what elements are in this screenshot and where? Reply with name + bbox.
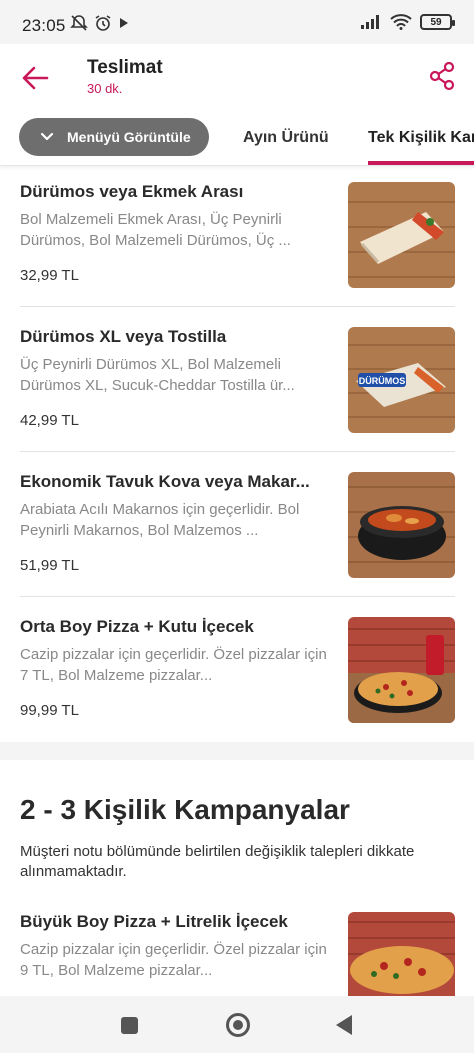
home-icon[interactable] xyxy=(226,1013,250,1037)
status-time: 23:05 xyxy=(22,16,66,35)
product-price: 99,99 TL xyxy=(20,702,79,719)
product-item[interactable]: Büyük Boy Pizza + Litrelik İçecek Cazip … xyxy=(20,912,455,996)
divider xyxy=(20,451,455,452)
divider xyxy=(20,306,455,307)
product-item[interactable]: Orta Boy Pizza + Kutu İçecek Cazip pizza… xyxy=(20,617,455,723)
category-tabs: Menüyü Görüntüle Ayın Ürünü Tek Kişilik … xyxy=(0,112,474,166)
battery-icon: 59 xyxy=(420,14,455,30)
tab-month-product[interactable]: Ayın Ürünü xyxy=(243,129,329,147)
product-price: 42,99 TL xyxy=(20,412,79,429)
recents-icon[interactable] xyxy=(121,1017,138,1034)
back-arrow-icon[interactable] xyxy=(20,64,50,92)
large-pizza-image xyxy=(348,912,455,996)
product-name: Dürümos XL veya Tostilla xyxy=(20,327,227,346)
product-item[interactable]: Dürümos XL veya Tostilla Üç Peynirli Dür… xyxy=(20,327,455,433)
product-description: Cazip pizzalar için geçerlidir. Özel piz… xyxy=(20,646,327,684)
divider xyxy=(20,596,455,597)
section-title: 2 - 3 Kişilik Kampanyalar xyxy=(20,794,350,825)
product-name: Ekonomik Tavuk Kova veya Makar... xyxy=(20,472,310,491)
tab-single-campaigns[interactable]: Tek Kişilik Kampanyalar xyxy=(368,129,474,147)
product-name: Orta Boy Pizza + Kutu İçecek xyxy=(20,617,254,636)
share-icon[interactable] xyxy=(428,61,456,91)
product-description: Üç Peynirli Dürümos XL, Bol Malzemeli Dü… xyxy=(20,356,295,394)
back-icon[interactable] xyxy=(336,1015,352,1035)
product-description: Cazip pizzalar için geçerlidir. Özel piz… xyxy=(20,941,327,979)
system-nav-bar xyxy=(0,996,474,1053)
page-title: Teslimat xyxy=(87,57,163,78)
battery-level: 59 xyxy=(430,16,442,28)
product-item[interactable]: Ekonomik Tavuk Kova veya Makar... Arabia… xyxy=(20,472,455,578)
view-menu-label: Menüyü Görüntüle xyxy=(67,129,191,145)
signal-icon xyxy=(361,15,379,29)
product-description: Arabiata Acılı Makarnos için geçerlidir.… xyxy=(20,501,300,539)
product-name: Büyük Boy Pizza + Litrelik İçecek xyxy=(20,912,288,931)
wrap-brand-label: DÜRÜMOS xyxy=(359,376,406,386)
durumos-xl-image: DÜRÜMOS xyxy=(348,327,455,433)
wrap-image xyxy=(348,182,455,288)
delivery-time: 30 dk. xyxy=(87,81,123,96)
alarm-icon xyxy=(95,15,111,31)
section-separator xyxy=(0,742,474,760)
section-note: Müşteri notu bölümünde belirtilen değişi… xyxy=(20,843,415,880)
chicken-bucket-image xyxy=(348,472,455,578)
play-icon xyxy=(120,18,128,28)
pizza-can-image xyxy=(348,617,455,723)
product-description: Bol Malzemeli Ekmek Arası, Üç Peynirli D… xyxy=(20,211,291,249)
product-name: Dürümos veya Ekmek Arası xyxy=(20,182,244,201)
notifications-off-icon xyxy=(70,15,88,31)
product-price: 32,99 TL xyxy=(20,267,79,284)
wifi-icon xyxy=(390,14,412,30)
active-tab-indicator xyxy=(368,161,474,165)
product-price: 51,99 TL xyxy=(20,557,79,574)
view-menu-button[interactable]: Menüyü Görüntüle xyxy=(19,118,209,156)
product-item[interactable]: Dürümos veya Ekmek Arası Bol Malzemeli E… xyxy=(20,182,455,288)
chevron-down-icon xyxy=(40,132,54,141)
header: Teslimat 30 dk. xyxy=(0,44,474,112)
status-bar: 23:05 59 xyxy=(0,0,474,44)
